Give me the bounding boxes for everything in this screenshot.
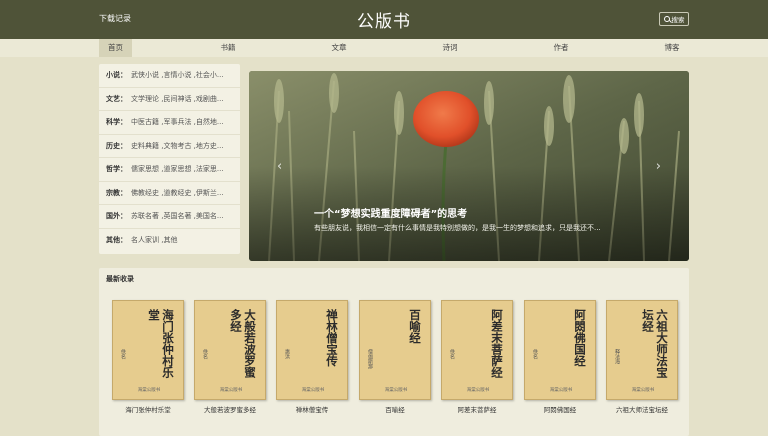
category-items[interactable]: 名人家训 ,其他 — [131, 236, 177, 244]
book-cover[interactable]: 阿差末菩萨经 佚名 海棠公版书 — [441, 300, 513, 400]
category-row-novel[interactable]: 小说： 武侠小说 ,言情小说 ,社会小... — [99, 64, 240, 88]
site-header: 下载记录 公版书 搜索 — [0, 0, 768, 39]
category-label: 宗教： — [106, 188, 127, 197]
book-publisher: 海棠公版书 — [219, 388, 243, 393]
book-author: 惠洪 — [284, 349, 290, 359]
book-cover[interactable]: 禅林僧宝传 惠洪 海棠公版书 — [276, 300, 348, 400]
book-publisher: 海棠公版书 — [466, 388, 490, 393]
book-publisher: 海棠公版书 — [549, 388, 573, 393]
category-row-religion[interactable]: 宗教： 佛教经史 ,道教经史 ,伊斯兰... — [99, 182, 240, 205]
category-row-history[interactable]: 历史： 史料典籍 ,文物考古 ,地方史... — [99, 135, 240, 158]
book-cover[interactable]: 海门张仲村乐堂 佚名 海棠公版书 — [112, 300, 184, 400]
book-cover-title: 阿差末菩萨经 — [490, 309, 504, 378]
book-caption[interactable]: 阿閦佛国经 — [515, 404, 605, 414]
book-caption[interactable]: 禅林僧宝传 — [267, 404, 357, 414]
book-cover[interactable]: 六祖大师法宝坛经 释法海 海棠公版书 — [606, 300, 678, 400]
book-publisher: 海棠公版书 — [301, 388, 325, 393]
main-nav: 首页 书籍 文章 诗词 作者 博客 — [0, 39, 768, 57]
book-cover[interactable]: 大般若波罗蜜多经 佚名 海棠公版书 — [194, 300, 266, 400]
book-cover-title: 海门张仲村乐堂 — [147, 309, 175, 378]
book-caption[interactable]: 阿差末菩萨经 — [432, 404, 522, 414]
nav-articles[interactable]: 文章 — [321, 39, 357, 57]
book-cover[interactable]: 百喻经 僧伽斯那 海棠公版书 — [359, 300, 431, 400]
category-items[interactable]: 武侠小说 ,言情小说 ,社会小... — [131, 71, 224, 79]
category-label: 科学： — [106, 118, 127, 126]
search-button-label: 搜索 — [671, 16, 685, 24]
category-row-science[interactable]: 科学： 中医古籍 ,军事兵法 ,自然地... — [99, 111, 240, 135]
nav-books[interactable]: 书籍 — [210, 39, 246, 57]
book-publisher: 海棠公版书 — [137, 388, 161, 393]
category-items[interactable]: 史料典籍 ,文物考古 ,地方史... — [131, 142, 224, 150]
category-items[interactable]: 苏联名著 ,英国名著 ,美国名... — [131, 212, 224, 220]
book-cover-title: 百喻经 — [408, 309, 422, 344]
section-title: 最新收录 — [106, 275, 134, 283]
category-row-arts[interactable]: 文艺： 文学理论 ,民间神话 ,戏剧曲... — [99, 88, 240, 111]
category-items[interactable]: 佛教经史 ,道教经史 ,伊斯兰... — [131, 189, 224, 197]
category-label: 历史： — [106, 141, 127, 150]
book-author: 释法海 — [614, 349, 620, 364]
book-author: 佚名 — [202, 349, 208, 359]
category-label: 哲学： — [106, 165, 127, 173]
book-caption[interactable]: 百喻经 — [350, 404, 440, 414]
book-caption[interactable]: 大般若波罗蜜多经 — [185, 404, 275, 414]
nav-authors[interactable]: 作者 — [543, 39, 579, 57]
book-cover-title: 六祖大师法宝坛经 — [641, 309, 669, 378]
category-panel: 小说： 武侠小说 ,言情小说 ,社会小... 文艺： 文学理论 ,民间神话 ,戏剧曲… — [99, 64, 240, 254]
banner-title[interactable]: 一个“梦想实践重度障碍者”的思考 — [314, 205, 467, 220]
nav-blog[interactable]: 博客 — [654, 39, 690, 57]
book-author: 僧伽斯那 — [367, 349, 373, 369]
search-icon — [663, 16, 670, 22]
category-label: 文艺： — [106, 94, 127, 103]
banner-description: 有些朋友说，我相信一定有什么事情是我特别想做的，是我一生的梦想和追求，只是我还不… — [314, 224, 601, 232]
nav-home[interactable]: 首页 — [99, 39, 132, 57]
featured-banner[interactable]: ‹ › 一个“梦想实践重度障碍者”的思考 有些朋友说，我相信一定有什么事情是我特… — [249, 71, 689, 261]
category-items[interactable]: 儒家思想 ,道家思想 ,法家思... — [131, 165, 224, 173]
nav-poems[interactable]: 诗词 — [432, 39, 468, 57]
book-caption[interactable]: 海门张仲村乐堂 — [103, 404, 193, 414]
category-row-foreign[interactable]: 国外： 苏联名著 ,英国名著 ,美国名... — [99, 205, 240, 229]
book-publisher: 海棠公版书 — [384, 388, 408, 393]
search-button[interactable]: 搜索 — [659, 12, 689, 26]
book-cover-title: 禅林僧宝传 — [325, 309, 339, 367]
book-publisher: 海棠公版书 — [631, 388, 655, 393]
chevron-left-icon[interactable]: ‹ — [277, 159, 282, 174]
category-label: 国外： — [106, 212, 127, 220]
recent-books-section: 最新收录 海门张仲村乐堂 佚名 海棠公版书 海门张仲村乐堂 大般若波罗蜜多经 佚… — [99, 268, 689, 436]
book-cover-title: 阿閦佛国经 — [573, 309, 587, 367]
category-row-other[interactable]: 其他： 名人家训 ,其他 — [99, 229, 240, 253]
category-items[interactable]: 文学理论 ,民间神话 ,戏剧曲... — [131, 95, 224, 103]
book-caption[interactable]: 六祖大师法宝坛经 — [597, 404, 687, 414]
category-row-philosophy[interactable]: 哲学： 儒家思想 ,道家思想 ,法家思... — [99, 158, 240, 182]
book-cover[interactable]: 阿閦佛国经 佚名 海棠公版书 — [524, 300, 596, 400]
book-cover-title: 大般若波罗蜜多经 — [229, 309, 257, 378]
category-label: 其他： — [106, 235, 127, 244]
category-items[interactable]: 中医古籍 ,军事兵法 ,自然地... — [131, 118, 224, 126]
chevron-right-icon[interactable]: › — [656, 159, 661, 174]
book-author: 佚名 — [120, 349, 126, 359]
book-author: 佚名 — [449, 349, 455, 359]
book-author: 佚名 — [532, 349, 538, 359]
site-title[interactable]: 公版书 — [0, 7, 768, 32]
category-label: 小说： — [106, 71, 127, 79]
